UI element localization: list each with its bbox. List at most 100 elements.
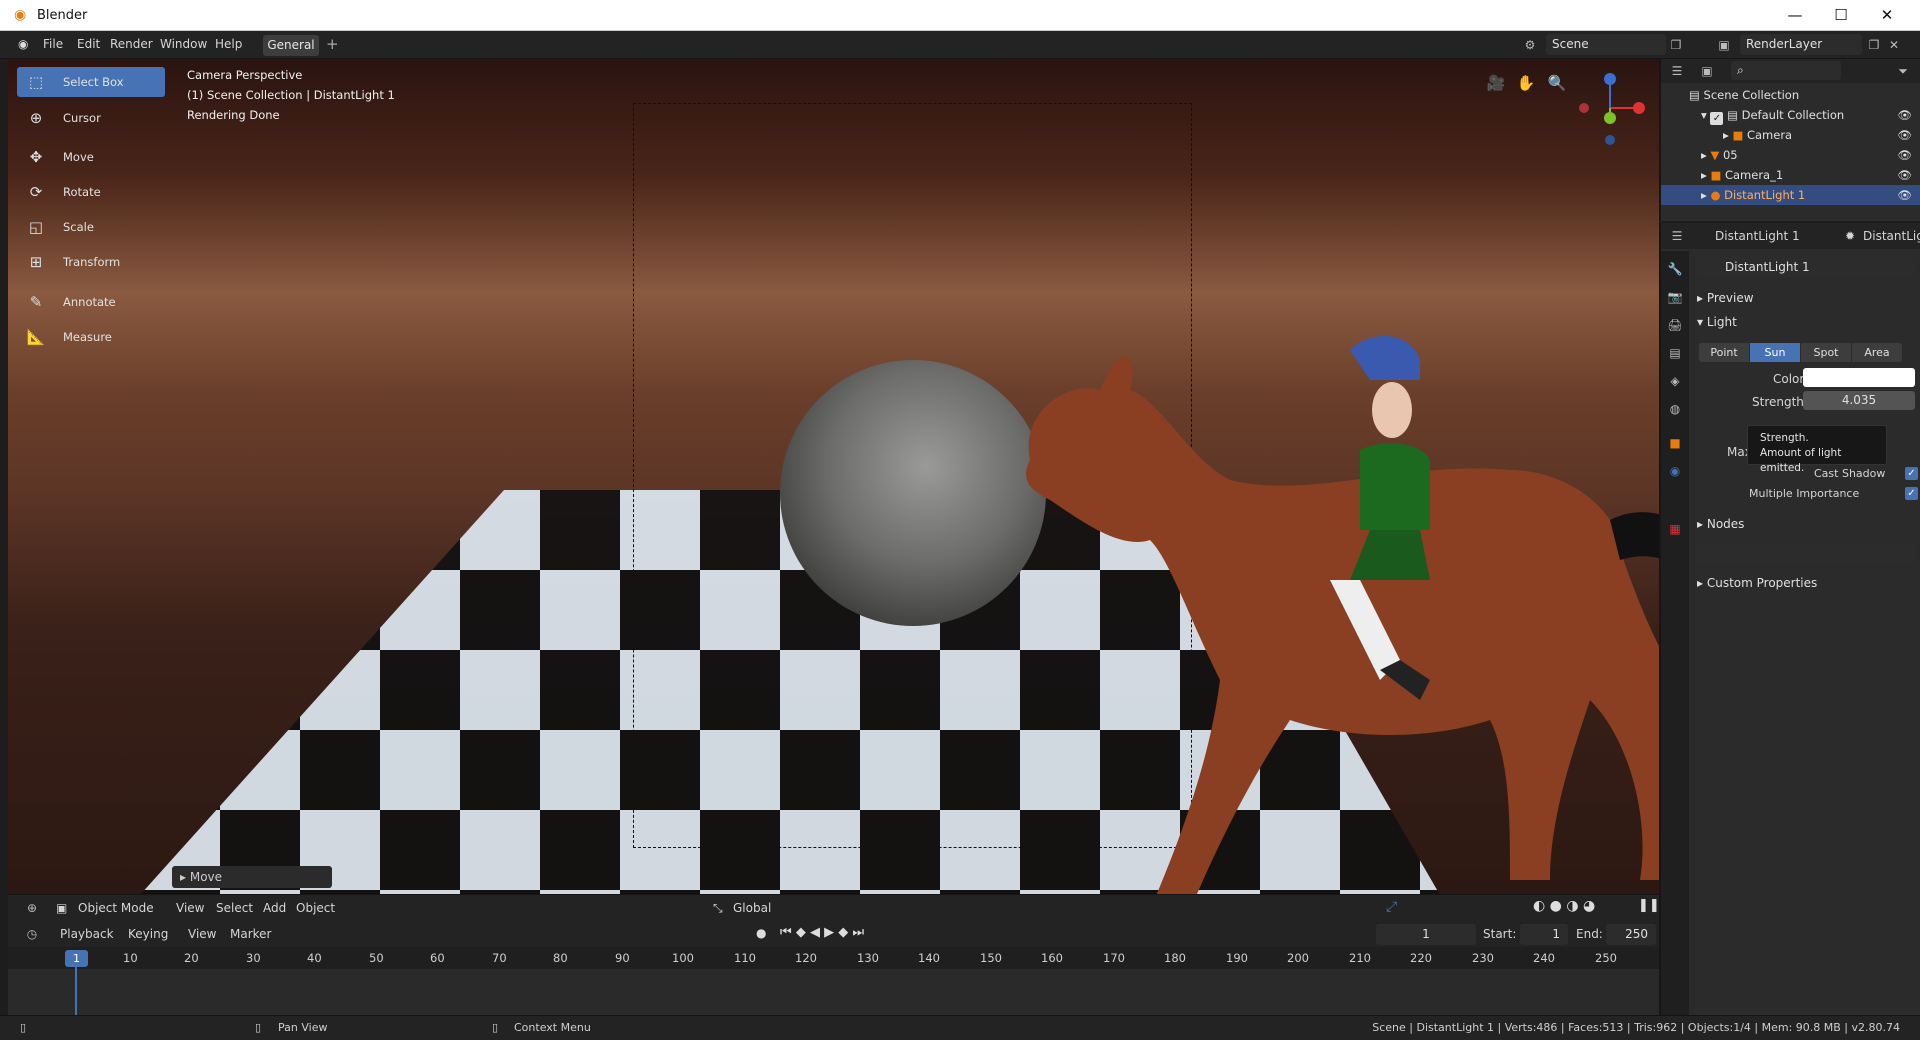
workspace-tab-general[interactable]: General: [263, 35, 319, 56]
pause-render-icon[interactable]: ❚❚: [1638, 898, 1660, 913]
timeline-ruler[interactable]: 1 10 20 30 40 50 60 70 80 90 100 110 120…: [8, 947, 1659, 969]
editor-type-icon[interactable]: ⊕: [22, 898, 42, 918]
color-swatch[interactable]: [1803, 368, 1915, 387]
viewport-menu-object[interactable]: Object: [296, 901, 335, 915]
orientation-dropdown[interactable]: Global: [733, 901, 771, 915]
add-workspace-button[interactable]: +: [326, 35, 339, 53]
tool-scale[interactable]: ◱ Scale: [17, 212, 165, 242]
viewport-menu-add[interactable]: Add: [263, 901, 286, 915]
close-button[interactable]: ✕: [1864, 0, 1910, 31]
collection-icon: ▤: [1727, 108, 1738, 122]
tool-rotate[interactable]: ⟳ Rotate: [17, 177, 165, 207]
strength-field[interactable]: 4.035: [1803, 391, 1915, 410]
light-type-point[interactable]: Point: [1699, 343, 1749, 362]
texture-tab-icon[interactable]: ▦: [1665, 519, 1685, 539]
new-scene-icon[interactable]: ❐: [1666, 35, 1686, 55]
preview-section[interactable]: ▸ Preview: [1697, 291, 1754, 305]
tool-measure[interactable]: 📐 Measure: [17, 322, 165, 352]
maximize-button[interactable]: ☐: [1818, 0, 1864, 31]
pan-hand-icon[interactable]: ✋: [1515, 72, 1537, 94]
object-tab-icon[interactable]: ■: [1665, 433, 1685, 453]
tool-cursor[interactable]: ⊕ Cursor: [17, 103, 165, 133]
scene-tab-icon[interactable]: ◈: [1665, 371, 1685, 391]
visibility-eye-icon[interactable]: 👁: [1897, 145, 1912, 165]
timeline-menu-marker[interactable]: Marker: [230, 927, 271, 941]
tool-move[interactable]: ✥ Move: [17, 142, 165, 172]
remove-render-layer-icon[interactable]: ✕: [1884, 35, 1904, 55]
tool-annotate[interactable]: ✎ Annotate: [17, 287, 165, 317]
light-type-area[interactable]: Area: [1852, 343, 1902, 362]
nodes-section[interactable]: ▸ Nodes: [1697, 517, 1744, 531]
camera-view-icon[interactable]: 🎥: [1485, 72, 1507, 94]
light-datablock-field[interactable]: DistantLight 1: [1697, 257, 1915, 277]
outliner-item-default-collection[interactable]: ▾ ✓ ▤ Default Collection 👁: [1661, 105, 1920, 125]
outliner-scene-collection[interactable]: ▤ Scene Collection: [1661, 85, 1920, 105]
timeline-editor-icon[interactable]: ◷: [22, 924, 42, 944]
3d-viewport[interactable]: [8, 59, 1659, 894]
custom-properties-section[interactable]: ▸ Custom Properties: [1697, 576, 1817, 590]
outliner-item-camera-1[interactable]: ▸ ■ Camera_1 👁: [1661, 165, 1920, 185]
output-tab-icon[interactable]: 🖨: [1665, 315, 1685, 335]
render-tab-icon[interactable]: 📷: [1665, 287, 1685, 307]
timeline-menu-playback[interactable]: Playback: [60, 927, 114, 941]
multiple-importance-checkbox[interactable]: ✓: [1905, 487, 1918, 500]
outliner-item-distantlight-1[interactable]: ▸ ● DistantLight 1 👁: [1661, 185, 1920, 205]
menu-window[interactable]: Window: [160, 37, 207, 51]
visibility-eye-icon[interactable]: 👁: [1897, 165, 1912, 185]
current-frame-field[interactable]: 1: [1376, 924, 1476, 945]
last-operator-panel[interactable]: ▸ Move: [172, 866, 332, 888]
light-type-sun[interactable]: Sun: [1750, 343, 1800, 362]
outliner-item-camera[interactable]: ▸ ■ Camera 👁: [1661, 125, 1920, 145]
filter-icon[interactable]: ⏷: [1893, 61, 1913, 81]
display-mode-icon[interactable]: ▣: [1697, 61, 1717, 81]
light-section[interactable]: ▾ Light: [1697, 315, 1737, 329]
shading-modes-icon[interactable]: ◐ ● ◑ ◕: [1533, 898, 1595, 914]
object-mode-dropdown[interactable]: Object Mode: [78, 901, 154, 915]
outliner-search-input[interactable]: ⌕: [1731, 61, 1841, 80]
visibility-eye-icon[interactable]: 👁: [1897, 185, 1912, 205]
use-nodes-button[interactable]: [1697, 543, 1915, 563]
viewport-menu-select[interactable]: Select: [216, 901, 253, 915]
viewport-menu-view[interactable]: View: [176, 901, 204, 915]
minimize-button[interactable]: —: [1772, 0, 1818, 31]
cast-shadow-checkbox[interactable]: ✓: [1905, 467, 1918, 480]
view-layer-tab-icon[interactable]: ▤: [1665, 343, 1685, 363]
zoom-icon[interactable]: 🔍: [1546, 72, 1568, 94]
start-frame-field[interactable]: 1: [1520, 924, 1568, 945]
playback-controls-icon[interactable]: ⏮ ◆ ◀ ▶ ◆ ⏭: [780, 925, 864, 940]
blender-menu-icon[interactable]: ◉: [18, 37, 28, 51]
menu-file[interactable]: File: [43, 37, 63, 51]
tool-transform[interactable]: ⊞ Transform: [17, 247, 165, 277]
render-layer-field[interactable]: RenderLayer: [1740, 34, 1862, 55]
tool-tab-icon[interactable]: 🔧: [1665, 259, 1685, 279]
scene-browse-icon[interactable]: ⚙: [1520, 35, 1540, 55]
render-layer-browse-icon[interactable]: ▣: [1714, 35, 1734, 55]
navigation-gizmo[interactable]: [1570, 68, 1650, 148]
menu-help[interactable]: Help: [215, 37, 242, 51]
end-frame-field[interactable]: 250: [1606, 924, 1656, 945]
menu-render[interactable]: Render: [110, 37, 153, 51]
menu-edit[interactable]: Edit: [77, 37, 100, 51]
visibility-eye-icon[interactable]: 👁: [1897, 105, 1912, 125]
world-tab-icon[interactable]: ◍: [1665, 399, 1685, 419]
new-render-layer-icon[interactable]: ❐: [1864, 35, 1884, 55]
timeline-body[interactable]: 1 10 20 30 40 50 60 70 80 90 100 110 120…: [8, 947, 1659, 1015]
light-type-spot[interactable]: Spot: [1801, 343, 1851, 362]
collection-checkbox[interactable]: ✓: [1710, 112, 1724, 125]
outliner-item-05[interactable]: ▸ ▼ 05 👁: [1661, 145, 1920, 165]
timeline-menu-view[interactable]: View: [188, 927, 216, 941]
record-keyframe-icon[interactable]: ●: [756, 926, 766, 940]
gizmo-toggle-icon[interactable]: ⤢: [1386, 899, 1397, 915]
timeline-menu-keying[interactable]: Keying: [128, 927, 168, 941]
constraints-tab-icon[interactable]: ◉: [1665, 461, 1685, 481]
tick-label: 180: [1164, 951, 1186, 965]
outliner-editor-icon[interactable]: ☰: [1667, 61, 1687, 81]
properties-editor-icon[interactable]: ☰: [1667, 226, 1687, 246]
playhead-line[interactable]: [75, 967, 77, 1015]
tool-select-box[interactable]: ⬚ Select Box: [17, 67, 165, 97]
current-frame-marker[interactable]: 1: [65, 950, 88, 967]
properties-panel: ☰ DistantLight 1 ✹ DistantLight 🔧 📷 🖨 ▤ …: [1659, 223, 1920, 1015]
visibility-eye-icon[interactable]: 👁: [1897, 125, 1912, 145]
scene-name-field[interactable]: Scene: [1546, 34, 1666, 55]
collection-icon: ▤: [1689, 88, 1704, 102]
